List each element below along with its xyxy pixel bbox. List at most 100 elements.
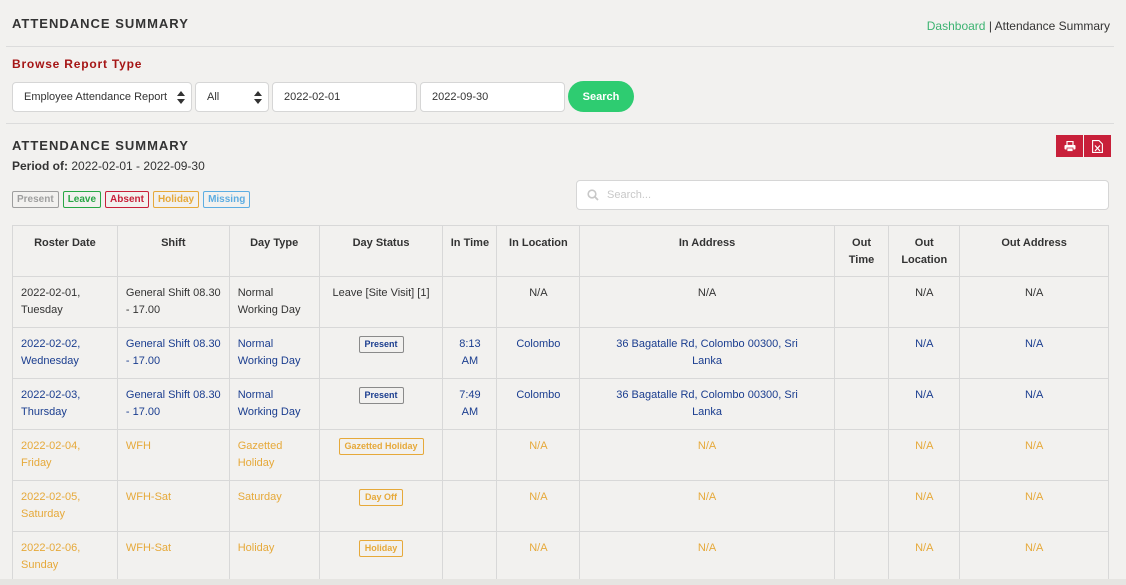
scope-select[interactable]: All <box>195 82 269 112</box>
cell-out-time <box>833 531 890 583</box>
to-date-input[interactable]: 2022-09-30 <box>420 82 565 112</box>
cell-day-type: Normal Working Day <box>228 327 320 379</box>
cell-out-address: N/A <box>959 480 1109 532</box>
cell-out-time <box>833 429 890 481</box>
from-date-input[interactable]: 2022-02-01 <box>272 82 417 112</box>
cell-out-address: N/A <box>959 327 1109 379</box>
scope-value: All <box>207 91 220 103</box>
cell-in-time <box>442 429 498 481</box>
cell-in-address: 36 Bagatalle Rd, Colombo 00300, Sri Lank… <box>579 378 835 430</box>
summary-title: ATTENDANCE SUMMARY <box>12 138 189 153</box>
period-label: Period of: <box>12 159 68 173</box>
cell-out-location: N/A <box>888 531 961 583</box>
page-title: ATTENDANCE SUMMARY <box>12 16 189 31</box>
attendance-table: Roster Date Shift Day Type Day Status In… <box>12 225 1109 583</box>
table-row: 2022-02-06, Sunday WFH-Sat Holiday Holiday N… <box>12 531 1109 583</box>
column-header-out-location[interactable]: Out Location <box>888 225 961 277</box>
status-badge: Gazetted Holiday <box>338 438 424 455</box>
cell-day-status: Leave [Site Visit] [1] <box>318 276 444 328</box>
cell-in-address: N/A <box>579 531 835 583</box>
cell-in-address: N/A <box>579 429 835 481</box>
cell-shift: WFH-Sat <box>116 480 230 532</box>
cell-day-type: Holiday <box>228 531 320 583</box>
horizontal-scrollbar[interactable] <box>0 579 1126 585</box>
print-icon <box>1064 140 1075 152</box>
breadcrumb-current: Attendance Summary <box>994 19 1110 33</box>
cell-day-status: Day Off <box>318 480 444 532</box>
breadcrumb-separator: | <box>985 19 995 33</box>
cell-in-time: 8:13 AM <box>442 327 498 379</box>
cell-shift: WFH-Sat <box>116 531 230 583</box>
legend-absent: Absent <box>105 191 149 208</box>
cell-day-type: Normal Working Day <box>228 378 320 430</box>
report-type-select[interactable]: Employee Attendance Report <box>12 82 192 112</box>
search-button[interactable]: Search <box>568 81 634 112</box>
legend-present: Present <box>12 191 59 208</box>
table-row: 2022-02-05, Saturday WFH-Sat Saturday Day O… <box>12 480 1109 532</box>
print-button[interactable] <box>1056 135 1083 157</box>
column-header-out-address[interactable]: Out Address <box>959 225 1109 277</box>
cell-in-location: N/A <box>496 480 581 532</box>
column-header-in-address[interactable]: In Address <box>579 225 835 277</box>
cell-roster-date: 2022-02-01, Tuesday <box>12 276 118 328</box>
excel-file-icon <box>1092 139 1103 153</box>
cell-day-status: Holiday <box>318 531 444 583</box>
cell-out-time <box>833 276 890 328</box>
cell-roster-date: 2022-02-02, Wednesday <box>12 327 118 379</box>
cell-day-type: Gazetted Holiday <box>228 429 320 481</box>
status-badge: Present <box>358 336 404 353</box>
legend-leave: Leave <box>62 191 102 208</box>
breadcrumb-dashboard-link[interactable]: Dashboard <box>927 19 986 33</box>
cell-in-address: N/A <box>579 480 835 532</box>
cell-in-address: N/A <box>579 276 835 328</box>
cell-in-location: N/A <box>496 276 581 328</box>
cell-in-time: 7:49 AM <box>442 378 498 430</box>
browse-report-type-label: Browse Report Type <box>12 57 143 71</box>
cell-out-time <box>833 327 890 379</box>
table-search-box[interactable] <box>576 180 1109 210</box>
cell-in-time <box>442 531 498 583</box>
column-header-in-time[interactable]: In Time <box>442 225 498 277</box>
sort-arrows-icon <box>177 91 185 104</box>
table-search-input[interactable] <box>607 189 1087 201</box>
cell-in-location: N/A <box>496 531 581 583</box>
cell-in-location: N/A <box>496 429 581 481</box>
cell-roster-date: 2022-02-03, Thursday <box>12 378 118 430</box>
period: Period of: 2022-02-01 - 2022-09-30 <box>12 159 205 173</box>
cell-roster-date: 2022-02-05, Saturday <box>12 480 118 532</box>
divider <box>6 123 1114 124</box>
cell-out-location: N/A <box>888 480 961 532</box>
cell-day-status: Present <box>318 327 444 379</box>
cell-shift: General Shift 08.30 - 17.00 <box>116 378 230 430</box>
cell-out-time <box>833 378 890 430</box>
column-header-roster-date[interactable]: Roster Date <box>12 225 118 277</box>
legend-holiday: Holiday <box>152 191 200 208</box>
column-header-in-location[interactable]: In Location <box>496 225 581 277</box>
cell-roster-date: 2022-02-04, Friday <box>12 429 118 481</box>
cell-shift: WFH <box>116 429 230 481</box>
cell-out-location: N/A <box>888 429 961 481</box>
status-badge: Present <box>358 387 404 404</box>
cell-out-location: N/A <box>888 327 961 379</box>
cell-day-status: Present <box>318 378 444 430</box>
breadcrumb: Dashboard | Attendance Summary <box>927 19 1110 33</box>
search-icon <box>587 189 599 201</box>
export-excel-button[interactable] <box>1084 135 1111 157</box>
table-row: 2022-02-01, Tuesday General Shift 08.30 -… <box>12 276 1109 328</box>
sort-arrows-icon <box>254 91 262 104</box>
column-header-out-time[interactable]: Out Time <box>833 225 890 277</box>
column-header-day-type[interactable]: Day Type <box>228 225 320 277</box>
report-type-value: Employee Attendance Report <box>24 91 168 103</box>
table-row: 2022-02-03, Thursday General Shift 08.30 … <box>12 378 1109 430</box>
table-row: 2022-02-02, Wednesday General Shift 08.30… <box>12 327 1109 379</box>
cell-out-time <box>833 480 890 532</box>
cell-shift: General Shift 08.30 - 17.00 <box>116 327 230 379</box>
cell-shift: General Shift 08.30 - 17.00 <box>116 276 230 328</box>
cell-out-location: N/A <box>888 378 961 430</box>
column-header-shift[interactable]: Shift <box>116 225 230 277</box>
table-header-row: Roster Date Shift Day Type Day Status In… <box>12 225 1109 277</box>
cell-in-location: Colombo <box>496 378 581 430</box>
column-header-day-status[interactable]: Day Status <box>318 225 444 277</box>
cell-out-address: N/A <box>959 276 1109 328</box>
status-badge: Day Off <box>359 489 404 506</box>
